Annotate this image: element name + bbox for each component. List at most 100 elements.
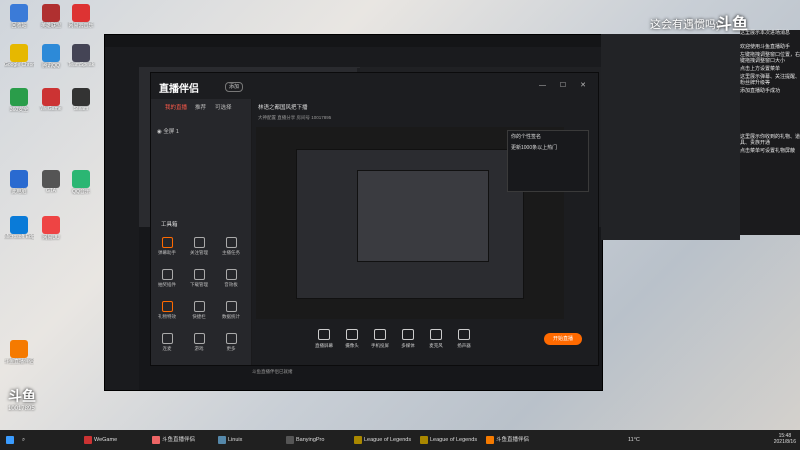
gift-overlay-box: 你的个性签名 更新1000条以上热门 xyxy=(507,130,589,192)
note-line: 欢迎使用斗鱼直播助手 xyxy=(740,44,791,50)
watermark-id: 10017895 xyxy=(8,406,35,412)
tab-my-live[interactable]: 我的直播 xyxy=(165,103,187,111)
screen-button[interactable]: 直播屏幕 xyxy=(312,329,336,349)
tool-item[interactable]: 音效板 xyxy=(217,269,245,288)
lottery-icon xyxy=(161,269,173,280)
taskbar-item[interactable]: BanyingPro xyxy=(286,434,324,446)
lol-icon xyxy=(354,435,362,444)
desktop-icon[interactable]: 斗鱼直播伴侣 xyxy=(4,340,34,365)
mic-button[interactable]: 麦克风 xyxy=(424,329,448,349)
overlay-line: 你的个性签名 xyxy=(511,134,542,140)
desktop-icon[interactable]: Microsoft Edge xyxy=(4,216,34,240)
tool-item[interactable]: 抽奖插件 xyxy=(153,269,181,288)
tool-item[interactable]: 连麦 xyxy=(153,333,181,352)
desktop-icon[interactable]: Steam xyxy=(66,88,96,112)
desktop-icon[interactable]: GTA xyxy=(36,170,66,194)
stream-meta: 大神配置 直播分享 房间号 10017895 xyxy=(258,115,332,120)
app-icon xyxy=(286,435,294,444)
game-icon xyxy=(193,333,205,344)
overlay-line: 更新1000条以上热门 xyxy=(511,145,558,151)
taskbar-item[interactable]: Linuix xyxy=(218,434,242,446)
start-live-button[interactable]: 开始直播 xyxy=(544,333,582,345)
stream-title[interactable]: 林语之都国风把下播 xyxy=(258,103,308,111)
camera-button[interactable]: 摄像头 xyxy=(340,329,364,349)
windows-icon xyxy=(6,435,14,444)
phone-cast-button[interactable]: 手机投屏 xyxy=(368,329,392,349)
netease-music-icon xyxy=(72,4,90,22)
desktop-icon[interactable]: 此电脑 xyxy=(4,170,34,195)
tool-item[interactable]: 快捷栏 xyxy=(185,301,213,320)
tool-item[interactable]: 更多 xyxy=(217,333,245,352)
desktop-icon[interactable]: WeGame xyxy=(36,88,66,112)
speaker-icon xyxy=(458,329,470,340)
window-controls[interactable]: — ☐ ✕ xyxy=(539,81,592,89)
nested-preview xyxy=(296,149,524,299)
bottom-toolbar: 直播屏幕 摄像头 手机投屏 多媒体 麦克风 扬声器 开始直播 xyxy=(252,323,598,365)
desktop-icon[interactable]: TeamSpeak xyxy=(66,44,96,68)
app-logo: 直播伴侣 xyxy=(159,84,199,95)
qq-music-icon xyxy=(72,170,90,188)
douyu-logo: 斗鱼 xyxy=(716,16,749,33)
tool-item[interactable]: 弹幕助手 xyxy=(153,237,181,256)
computer-icon xyxy=(10,170,28,188)
taskbar-item[interactable]: WeGame xyxy=(84,434,117,446)
editor-menu xyxy=(105,47,602,68)
note-line: 这里展示你收到的礼物、道具、贵族开通 xyxy=(740,134,800,146)
desktop-icon[interactable]: 360安全 xyxy=(4,88,34,113)
desktop-icon[interactable]: 回收站 xyxy=(4,4,34,29)
mic-link-icon xyxy=(161,333,173,344)
taskbar-item[interactable]: League of Legends xyxy=(354,434,411,446)
watermark-brand: 斗鱼 xyxy=(8,388,36,404)
douyu-watermark: 斗鱼 10017895 xyxy=(8,386,60,426)
desktop-icon[interactable]: Google Chrome xyxy=(4,44,34,68)
media-button[interactable]: 多媒体 xyxy=(396,329,420,349)
tool-item[interactable]: 关注管理 xyxy=(185,237,213,256)
wegame-icon xyxy=(42,88,60,106)
tool-item[interactable]: 游戏 xyxy=(185,333,213,352)
note-line: 点击上方设置菜单 xyxy=(740,66,781,72)
taskbar-item[interactable]: 斗鱼直播伴侣 xyxy=(152,434,195,446)
camera-icon xyxy=(346,329,358,340)
tool-item[interactable]: 礼物特效 xyxy=(153,301,181,320)
live-companion-window: 直播伴侣 添加 — ☐ ✕ 我的直播 推荐 可选择 ◉ 全屏 1 工具箱 弹幕助… xyxy=(150,72,599,374)
desktop-icon[interactable]: 网易UU xyxy=(36,216,66,241)
tab-recommend[interactable]: 推荐 xyxy=(195,103,206,111)
assistant-notes-panel: 这里展示本次进场消息 欢迎使用斗鱼直播助手 左键拖拽调整窗口位置，右键拖拽调整窗… xyxy=(740,30,800,235)
editor-left-nav xyxy=(105,67,139,390)
shortcut-icon xyxy=(193,301,205,312)
task-icon xyxy=(225,237,237,248)
desktop-icon[interactable]: 网易云音乐 xyxy=(66,4,96,29)
danmaku-icon xyxy=(161,237,173,248)
clock-date: 2021/8/16 xyxy=(773,439,796,445)
desktop-icon[interactable]: 腾讯QQ xyxy=(36,44,66,69)
search-icon[interactable]: ⌕ xyxy=(22,434,25,446)
taskbar-clock[interactable]: 15:48 2021/8/16 xyxy=(774,433,796,445)
tool-item[interactable]: 下载管理 xyxy=(185,269,213,288)
uu-icon xyxy=(42,216,60,234)
follow-icon xyxy=(193,237,205,248)
lol-icon xyxy=(42,4,60,22)
tab-optional[interactable]: 可选择 xyxy=(215,103,232,111)
properties-panel xyxy=(601,34,740,240)
tool-item[interactable]: 数据统计 xyxy=(217,301,245,320)
mic-icon xyxy=(430,329,442,340)
desktop-icon[interactable]: 英雄联盟 xyxy=(36,4,66,29)
douyu-icon xyxy=(152,435,160,444)
scene-item[interactable]: ◉ 全屏 1 xyxy=(157,127,179,135)
taskbar-item[interactable]: 斗鱼直播伴侣 xyxy=(486,434,529,446)
media-icon xyxy=(402,329,414,340)
weather[interactable]: 11°C xyxy=(628,434,640,446)
speaker-button[interactable]: 扬声器 xyxy=(452,329,476,349)
desktop-icon[interactable]: QQ音乐 xyxy=(66,170,96,195)
phone-icon xyxy=(374,329,386,340)
edge-icon xyxy=(10,216,28,234)
chrome-icon xyxy=(10,44,28,62)
start-button[interactable] xyxy=(6,434,16,446)
sound-icon xyxy=(225,269,237,280)
taskbar-item[interactable]: League of Legends xyxy=(420,434,477,446)
tool-item[interactable]: 主播任务 xyxy=(217,237,245,256)
taskbar: ⌕ WeGame 斗鱼直播伴侣 Linuix BanyingPro League… xyxy=(0,430,800,450)
recycle-bin-icon xyxy=(10,4,28,22)
security-icon xyxy=(10,88,28,106)
add-badge[interactable]: 添加 xyxy=(225,82,243,92)
